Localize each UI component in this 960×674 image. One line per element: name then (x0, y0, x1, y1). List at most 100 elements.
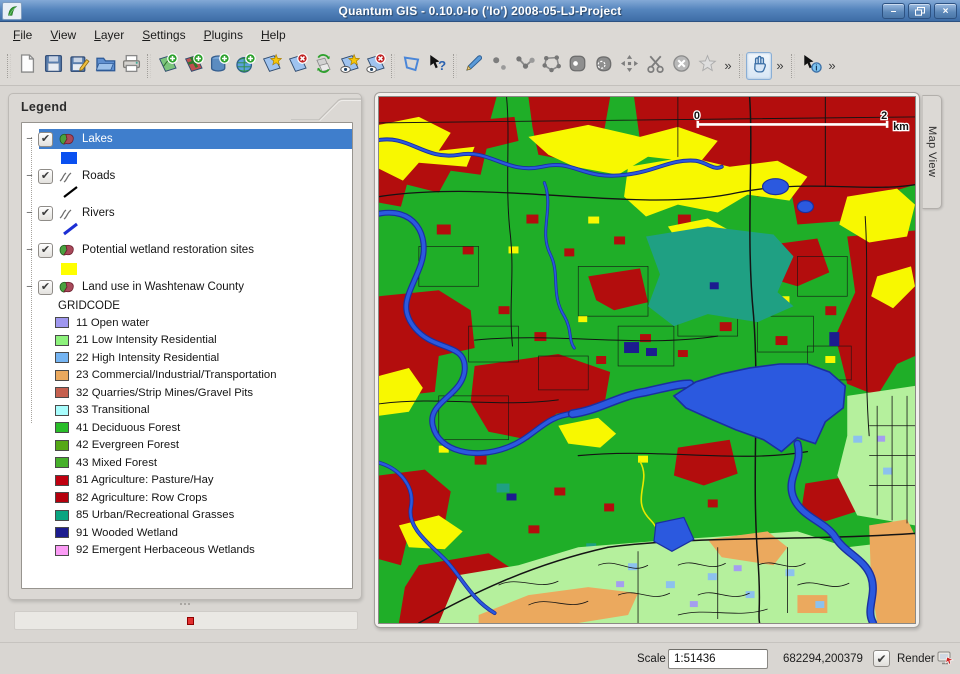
cut-features-button[interactable] (642, 52, 668, 80)
toolbar-overflow-button[interactable]: » (772, 53, 788, 79)
identify-button[interactable]: i (798, 52, 824, 80)
menu-view[interactable]: View (41, 25, 85, 45)
polygon-layer-icon (58, 280, 78, 295)
layer-visibility-checkbox[interactable]: ✔ (38, 169, 53, 184)
toolbar-overflow-button[interactable]: » (720, 53, 736, 79)
panel-splitter[interactable] (362, 93, 374, 600)
scale-input[interactable] (668, 649, 768, 669)
legend-class-32[interactable]: 32 Quarries/Strip Mines/Gravel Pits (22, 384, 352, 402)
remove-all-from-overview-button[interactable] (362, 52, 388, 80)
restore-button[interactable] (908, 3, 931, 19)
add-to-overview-button[interactable] (310, 52, 336, 80)
legend-class-92[interactable]: 92 Emergent Herbaceous Wetlands (22, 542, 352, 560)
legend-layer-potential-wetland-restoration-sites[interactable]: −✔ Potential wetland restoration sites (22, 240, 352, 260)
move-vertex-icon (619, 53, 640, 79)
legend-class-23[interactable]: 23 Commercial/Industrial/Transportation (22, 367, 352, 385)
symbol-swatch (61, 152, 77, 164)
legend-overview-splitter[interactable] (170, 600, 200, 608)
legend-header[interactable]: Legend (9, 94, 361, 121)
class-label: 85 Urban/Recreational Grasses (76, 509, 234, 521)
legend-class-21[interactable]: 21 Low Intensity Residential (22, 332, 352, 350)
split-features-button[interactable] (590, 52, 616, 80)
toolbar-separator (791, 54, 795, 78)
legend-class-22[interactable]: 22 High Intensity Residential (22, 349, 352, 367)
class-label: 21 Low Intensity Residential (76, 334, 217, 346)
legend-layer-land-use-in-washtenaw-county[interactable]: −✔Land use in Washtenaw County (22, 277, 352, 297)
titlebar[interactable]: Quantum GIS - 0.10.0-Io ('Io') 2008-05-L… (0, 0, 960, 22)
legend-class-42[interactable]: 42 Evergreen Forest (22, 437, 352, 455)
layer-visibility-checkbox[interactable]: ✔ (38, 132, 53, 147)
legend-layer-rivers[interactable]: −✔Rivers (22, 203, 352, 223)
whats-this-button[interactable]: ? (424, 52, 450, 80)
legend-class-11[interactable]: 11 Open water (22, 314, 352, 332)
map-canvas[interactable]: 0 2 km (378, 96, 916, 624)
class-label: 81 Agriculture: Pasture/Hay (76, 474, 214, 486)
class-swatch (55, 370, 69, 381)
legend-panel-title: Legend (21, 100, 67, 114)
add-all-to-overview-button[interactable] (336, 52, 362, 80)
pan-button[interactable] (746, 52, 772, 80)
add-vector-layer-button[interactable] (154, 52, 180, 80)
add-wms-layer-button[interactable] (232, 52, 258, 80)
legend-class-41[interactable]: 41 Deciduous Forest (22, 419, 352, 437)
new-project-button[interactable] (14, 52, 40, 80)
legend-class-33[interactable]: 33 Transitional (22, 402, 352, 420)
menu-settings[interactable]: Settings (133, 25, 194, 45)
tree-expander[interactable]: − (22, 207, 37, 219)
minimize-button[interactable]: – (882, 3, 905, 19)
tree-expander[interactable]: − (22, 281, 37, 293)
legend-layer-roads[interactable]: −✔Roads (22, 166, 352, 186)
legend-tab-notch (291, 94, 361, 121)
menu-help[interactable]: Help (252, 25, 295, 45)
class-swatch (55, 510, 69, 521)
layer-visibility-checkbox[interactable]: ✔ (38, 280, 53, 295)
move-feature-button[interactable] (564, 52, 590, 80)
toggle-editing-button[interactable] (460, 52, 486, 80)
open-project-button[interactable] (92, 52, 118, 80)
menu-layer[interactable]: Layer (85, 25, 133, 45)
legend-class-82[interactable]: 82 Agriculture: Row Crops (22, 489, 352, 507)
layer-label: Potential wetland restoration sites (78, 244, 254, 256)
tree-expander[interactable]: − (22, 170, 37, 182)
layer-visibility-checkbox[interactable]: ✔ (38, 206, 53, 221)
tree-expander[interactable]: − (22, 244, 37, 256)
legend-class-43[interactable]: 43 Mixed Forest (22, 454, 352, 472)
menu-plugins[interactable]: Plugins (195, 25, 252, 45)
add-postgis-layer-button[interactable] (206, 52, 232, 80)
new-vector-layer-button[interactable] (258, 52, 284, 80)
save-project-icon (43, 53, 64, 79)
select-features-button[interactable] (398, 52, 424, 80)
legend-class-81[interactable]: 81 Agriculture: Pasture/Hay (22, 472, 352, 490)
print-button[interactable] (118, 52, 144, 80)
remove-layer-button[interactable] (284, 52, 310, 80)
identify-icon: i (801, 53, 822, 79)
line-layer-icon (58, 169, 78, 184)
capture-point-button[interactable] (486, 52, 512, 80)
capture-polygon-button[interactable] (538, 52, 564, 80)
toolbar-overflow-button[interactable]: » (824, 53, 840, 79)
overview-extent-rect[interactable] (187, 617, 194, 625)
star-tool-button[interactable] (694, 52, 720, 80)
save-project-as-button[interactable] (66, 52, 92, 80)
legend-class-85[interactable]: 85 Urban/Recreational Grasses (22, 507, 352, 525)
save-project-button[interactable] (40, 52, 66, 80)
tab-map-view[interactable]: Map View (922, 95, 942, 209)
capture-line-button[interactable] (512, 52, 538, 80)
render-checkbox[interactable]: ✔ (873, 650, 890, 667)
legend-tree[interactable]: −✔Lakes−✔Roads−✔Rivers−✔Potential wetlan… (21, 122, 353, 589)
menu-file[interactable]: File (4, 25, 41, 45)
delete-selected-button[interactable] (668, 52, 694, 80)
legend-layer-lakes[interactable]: −✔Lakes (22, 129, 352, 149)
class-label: 11 Open water (76, 317, 149, 329)
legend-class-91[interactable]: 91 Wooded Wetland (22, 524, 352, 542)
class-swatch (55, 475, 69, 486)
tree-expander[interactable]: − (22, 133, 37, 145)
move-vertex-button[interactable] (616, 52, 642, 80)
close-button[interactable]: × (934, 3, 957, 19)
class-swatch (55, 527, 69, 538)
add-raster-layer-button[interactable] (180, 52, 206, 80)
add-postgis-layer-icon (209, 53, 230, 79)
map-overview-panel[interactable] (14, 611, 358, 630)
render-suspend-icon[interactable] (937, 650, 955, 671)
layer-visibility-checkbox[interactable]: ✔ (38, 243, 53, 258)
